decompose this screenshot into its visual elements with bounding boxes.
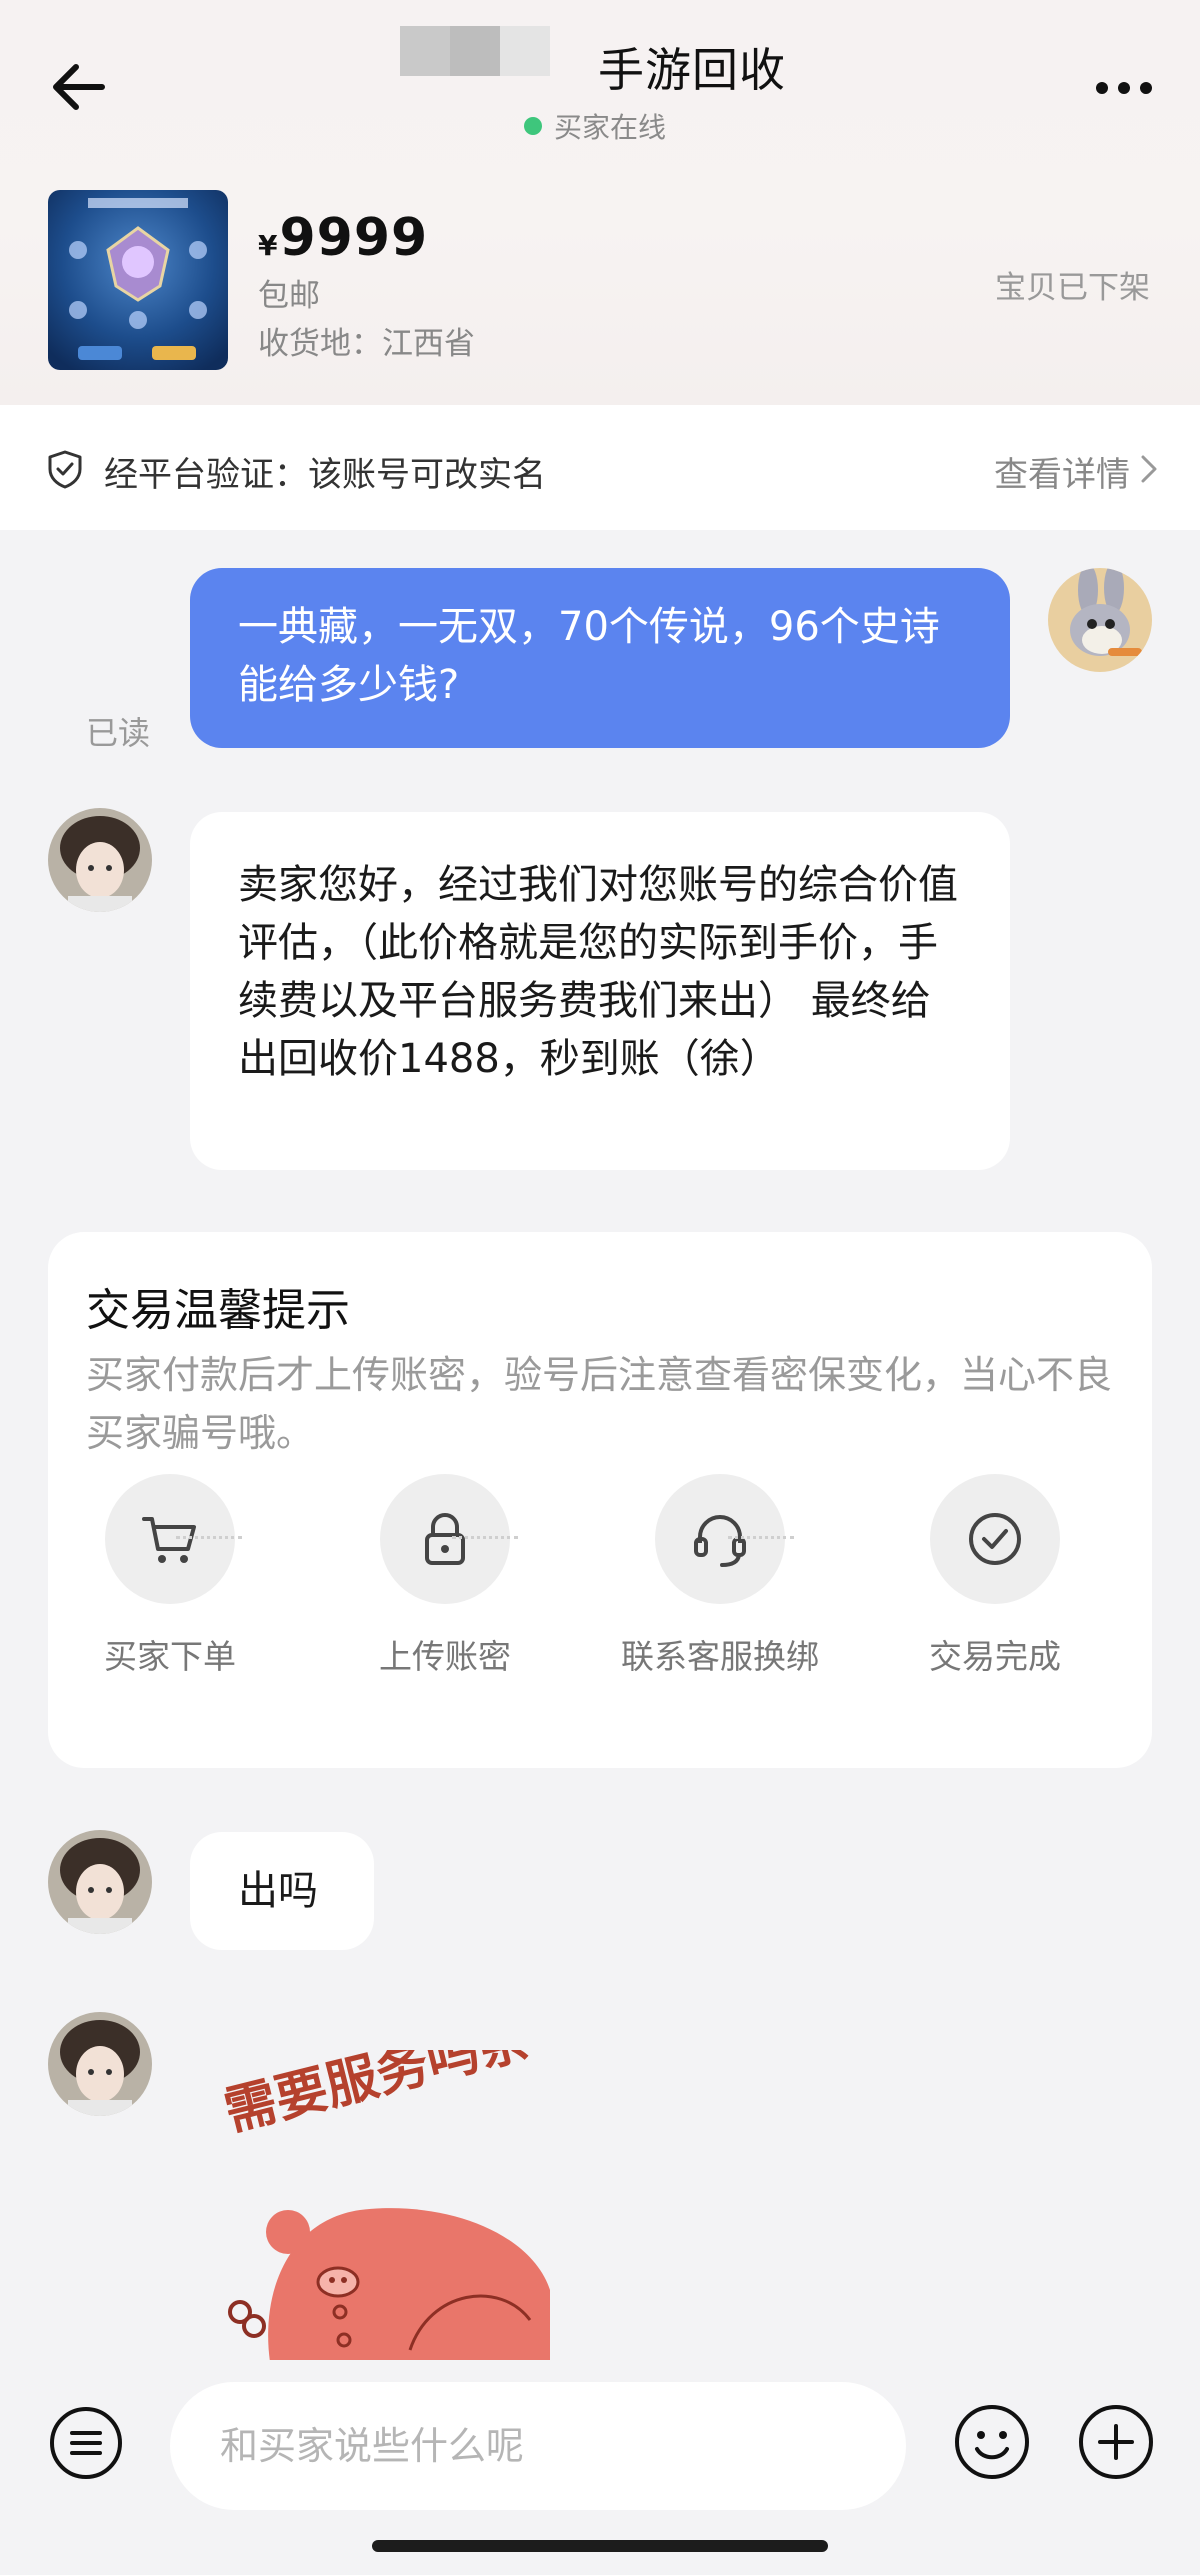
- shipping-info: 包邮: [258, 278, 320, 314]
- my-avatar[interactable]: [1048, 568, 1152, 672]
- rabbit-avatar-image: [1048, 568, 1152, 672]
- online-status: 买家在线: [524, 106, 666, 146]
- sticker-text: 需要服务吗亲: [219, 2050, 536, 2143]
- step-icon-wrap: [655, 1474, 785, 1604]
- check-circle-icon: [969, 1513, 1021, 1565]
- chevron-right-icon: [1141, 455, 1157, 483]
- verification-bar[interactable]: 经平台验证：该账号可改实名 查看详情: [0, 405, 1200, 530]
- menu-list-icon[interactable]: [48, 2405, 124, 2481]
- online-status-text: 买家在线: [554, 111, 667, 144]
- step-trade-complete: 交易完成: [865, 1474, 1125, 1678]
- cart-icon: [142, 1517, 196, 1563]
- bear-sticker-image: 需要服务吗亲: [219, 2050, 550, 2362]
- trade-tips-card: 交易温馨提示 买家付款后才上传账密，验号后注意查看密保变化，当心不良买家骗号哦。…: [48, 1232, 1152, 1768]
- verification-text: 经平台验证：该账号可改实名: [104, 455, 546, 495]
- back-arrow-icon[interactable]: [44, 52, 114, 122]
- buyer-avatar[interactable]: [48, 2012, 152, 2116]
- product-price: ¥ 9999: [258, 208, 428, 268]
- online-dot-icon: [524, 117, 542, 135]
- outgoing-message-bubble[interactable]: 一典藏，一无双，70个传说，96个史诗 能给多少钱?: [190, 568, 1010, 748]
- emoji-icon[interactable]: [952, 2402, 1032, 2482]
- buyer-avatar[interactable]: [48, 808, 152, 912]
- step-icon-wrap: [380, 1474, 510, 1604]
- lock-icon: [425, 1513, 465, 1565]
- view-details-link[interactable]: 查看详情: [994, 447, 1130, 496]
- price-currency: ¥: [258, 229, 278, 262]
- step-icon-wrap: [105, 1474, 235, 1604]
- sticker-message[interactable]: 需要服务吗亲: [210, 2050, 570, 2362]
- game-badge-image: [48, 190, 228, 370]
- more-horizontal-icon[interactable]: [1088, 60, 1160, 116]
- step-upload-credentials: 上传账密: [315, 1474, 575, 1678]
- message-input[interactable]: [170, 2382, 906, 2510]
- read-receipt: 已读: [86, 714, 151, 752]
- step-connector: [176, 1536, 242, 1539]
- step-label: 交易完成: [929, 1637, 1061, 1676]
- step-label: 买家下单: [104, 1637, 236, 1676]
- step-contact-service: 联系客服换绑: [590, 1474, 850, 1678]
- product-status: 宝贝已下架: [995, 270, 1150, 306]
- chat-header: 手游回收 买家在线 ¥ 9999 包邮 收货地：江西省 宝贝已下架: [0, 0, 1200, 405]
- buyer-avatar-image: [48, 1830, 152, 1934]
- blurred-name-block-2: [450, 26, 500, 76]
- plus-circle-icon[interactable]: [1076, 2402, 1156, 2482]
- incoming-message-bubble[interactable]: 出吗: [190, 1832, 374, 1950]
- step-place-order: 买家下单: [40, 1474, 300, 1678]
- step-connector: [452, 1536, 518, 1539]
- price-value: 9999: [279, 208, 429, 268]
- step-label: 上传账密: [379, 1637, 511, 1676]
- buyer-avatar[interactable]: [48, 1830, 152, 1934]
- tips-title: 交易温馨提示: [86, 1285, 350, 1336]
- blurred-name-block-3: [500, 26, 550, 76]
- step-label: 联系客服换绑: [621, 1637, 819, 1676]
- product-thumbnail[interactable]: [48, 190, 228, 370]
- chat-title: 手游回收: [598, 43, 786, 97]
- incoming-message-bubble[interactable]: 卖家您好，经过我们对您账号的综合价值评估，（此价格就是您的实际到手价，手续费以及…: [190, 812, 1010, 1170]
- buyer-avatar-image: [48, 808, 152, 912]
- buyer-avatar-image: [48, 2012, 152, 2116]
- step-connector: [728, 1536, 794, 1539]
- shield-check-icon: [48, 450, 82, 489]
- step-icon-wrap: [930, 1474, 1060, 1604]
- tips-description: 买家付款后才上传账密，验号后注意查看密保变化，当心不良买家骗号哦。: [86, 1353, 1113, 1455]
- headset-icon: [694, 1515, 746, 1567]
- delivery-location: 收货地：江西省: [258, 326, 475, 362]
- home-indicator: [372, 2540, 828, 2552]
